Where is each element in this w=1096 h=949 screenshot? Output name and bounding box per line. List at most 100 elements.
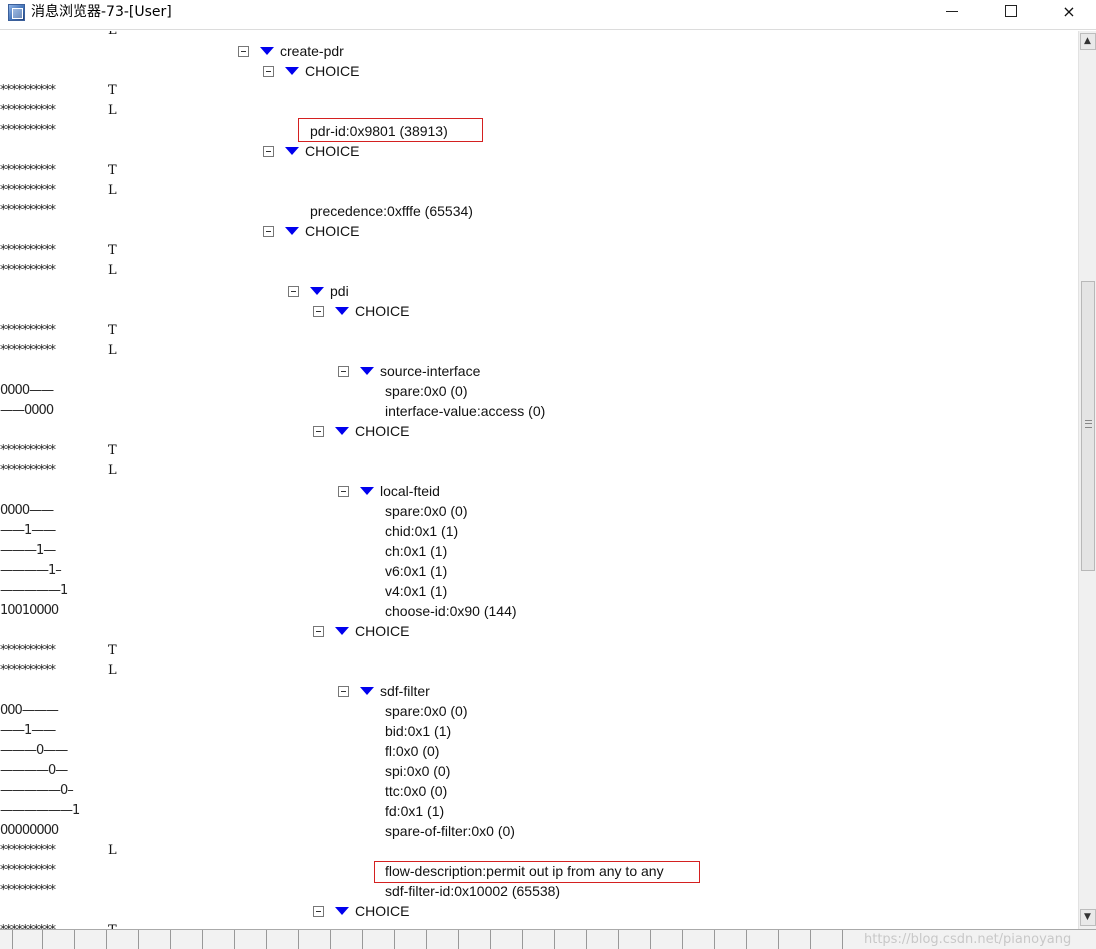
expand-triangle-icon[interactable] <box>310 287 324 295</box>
watermark: https://blog.csdn.net/pianoyang <box>864 932 1072 947</box>
expand-triangle-icon[interactable] <box>285 147 299 155</box>
expand-triangle-icon[interactable] <box>335 627 349 635</box>
column-strip: https://blog.csdn.net/pianoyang <box>0 929 1096 949</box>
field-chid[interactable]: chid:0x1 (1) <box>385 523 458 539</box>
collapse-icon[interactable] <box>338 486 349 497</box>
node-choice[interactable]: CHOICE <box>355 903 409 919</box>
column-divider <box>490 930 491 949</box>
collapse-icon[interactable] <box>338 366 349 377</box>
column-divider <box>170 930 171 949</box>
tree-row: CHOICE <box>0 421 1078 441</box>
field-spare-of-filter[interactable]: spare-of-filter:0x0 (0) <box>385 823 515 839</box>
column-divider <box>778 930 779 949</box>
column-divider <box>714 930 715 949</box>
field-sdf-filter-id[interactable]: sdf-filter-id:0x10002 (65538) <box>385 883 560 899</box>
expand-triangle-icon[interactable] <box>285 227 299 235</box>
expand-triangle-icon[interactable] <box>335 907 349 915</box>
tlv-tag: L <box>108 103 117 118</box>
field-precedence[interactable]: precedence:0xfffe (65534) <box>310 203 473 219</box>
highlight-box-pdr-id <box>298 118 483 142</box>
tree-row: ********** L <box>0 661 1078 681</box>
tree-row: ********** precedence:0xfffe (65534) <box>0 201 1078 221</box>
expand-triangle-icon[interactable] <box>360 367 374 375</box>
close-button[interactable]: × <box>1040 0 1096 30</box>
column-divider <box>458 930 459 949</box>
field-ttc[interactable]: ttc:0x0 (0) <box>385 783 447 799</box>
field-fl[interactable]: fl:0x0 (0) <box>385 743 439 759</box>
bit-field: ———1— <box>0 543 56 558</box>
expand-triangle-icon[interactable] <box>260 47 274 55</box>
tree-row: CHOICE <box>0 221 1078 241</box>
bit-field: ********** <box>0 123 56 138</box>
field-ch[interactable]: ch:0x1 (1) <box>385 543 447 559</box>
collapse-icon[interactable] <box>313 426 324 437</box>
field-fd[interactable]: fd:0x1 (1) <box>385 803 444 819</box>
tlv-tag: L <box>108 183 117 198</box>
collapse-icon[interactable] <box>263 226 274 237</box>
minimize-button[interactable] <box>924 0 982 30</box>
tree-row: ———1— ch:0x1 (1) <box>0 541 1078 561</box>
node-source-interface[interactable]: source-interface <box>380 363 480 379</box>
node-local-fteid[interactable]: local-fteid <box>380 483 440 499</box>
column-divider <box>234 930 235 949</box>
node-choice[interactable]: CHOICE <box>355 303 409 319</box>
collapse-icon[interactable] <box>313 626 324 637</box>
node-pdi[interactable]: pdi <box>330 283 349 299</box>
tree-row: pdi <box>0 281 1078 301</box>
collapse-icon[interactable] <box>313 306 324 317</box>
tree-row: ********** L <box>0 261 1078 281</box>
tree-row: ********** T <box>0 241 1078 261</box>
bit-field: ********** <box>0 83 56 98</box>
window-titlebar: 消息浏览器-73-[User] × <box>0 0 1096 30</box>
collapse-icon[interactable] <box>238 46 249 57</box>
collapse-icon[interactable] <box>263 146 274 157</box>
node-sdf-filter[interactable]: sdf-filter <box>380 683 430 699</box>
tree-row: ********** T <box>0 321 1078 341</box>
node-create-pdr[interactable]: create-pdr <box>280 43 344 59</box>
maximize-icon <box>1005 5 1017 17</box>
field-bid[interactable]: bid:0x1 (1) <box>385 723 451 739</box>
field-v4[interactable]: v4:0x1 (1) <box>385 583 447 599</box>
field-spi[interactable]: spi:0x0 (0) <box>385 763 450 779</box>
expand-triangle-icon[interactable] <box>335 427 349 435</box>
node-choice[interactable]: CHOICE <box>305 223 359 239</box>
message-tree-view: ********** L create-pdr CHOICE *********… <box>0 31 1078 929</box>
bit-field: ————1– <box>0 563 62 578</box>
node-choice[interactable]: CHOICE <box>305 63 359 79</box>
field-choose-id[interactable]: choose-id:0x90 (144) <box>385 603 517 619</box>
tree-row: sdf-filter <box>0 681 1078 701</box>
collapse-icon[interactable] <box>263 66 274 77</box>
column-divider <box>202 930 203 949</box>
collapse-icon[interactable] <box>338 686 349 697</box>
expand-triangle-icon[interactable] <box>360 687 374 695</box>
tree-row: 0000—— spare:0x0 (0) <box>0 381 1078 401</box>
field-interface-value[interactable]: interface-value:access (0) <box>385 403 545 419</box>
field-spare[interactable]: spare:0x0 (0) <box>385 383 467 399</box>
scroll-up-button[interactable]: ▲ <box>1080 33 1096 50</box>
tree-row: ********** L <box>0 31 1078 41</box>
node-choice[interactable]: CHOICE <box>355 423 409 439</box>
maximize-button[interactable] <box>982 0 1040 30</box>
expand-triangle-icon[interactable] <box>285 67 299 75</box>
tlv-tag: L <box>108 663 117 678</box>
column-divider <box>586 930 587 949</box>
field-spare[interactable]: spare:0x0 (0) <box>385 703 467 719</box>
scroll-down-button[interactable]: ▼ <box>1080 909 1096 926</box>
collapse-icon[interactable] <box>288 286 299 297</box>
expand-triangle-icon[interactable] <box>360 487 374 495</box>
bit-field: —————0– <box>0 783 74 798</box>
node-choice[interactable]: CHOICE <box>355 623 409 639</box>
bit-field: 00000000 <box>0 823 59 838</box>
tlv-tag: L <box>108 463 117 478</box>
node-choice[interactable]: CHOICE <box>305 143 359 159</box>
tree-row: 000——— spare:0x0 (0) <box>0 701 1078 721</box>
column-divider <box>330 930 331 949</box>
scroll-thumb[interactable] <box>1081 281 1095 571</box>
collapse-icon[interactable] <box>313 906 324 917</box>
field-spare[interactable]: spare:0x0 (0) <box>385 503 467 519</box>
expand-triangle-icon[interactable] <box>335 307 349 315</box>
tree-row: —————0– ttc:0x0 (0) <box>0 781 1078 801</box>
vertical-scrollbar[interactable]: ▲ ▼ <box>1078 31 1096 929</box>
field-v6[interactable]: v6:0x1 (1) <box>385 563 447 579</box>
tlv-tag: L <box>108 843 117 858</box>
